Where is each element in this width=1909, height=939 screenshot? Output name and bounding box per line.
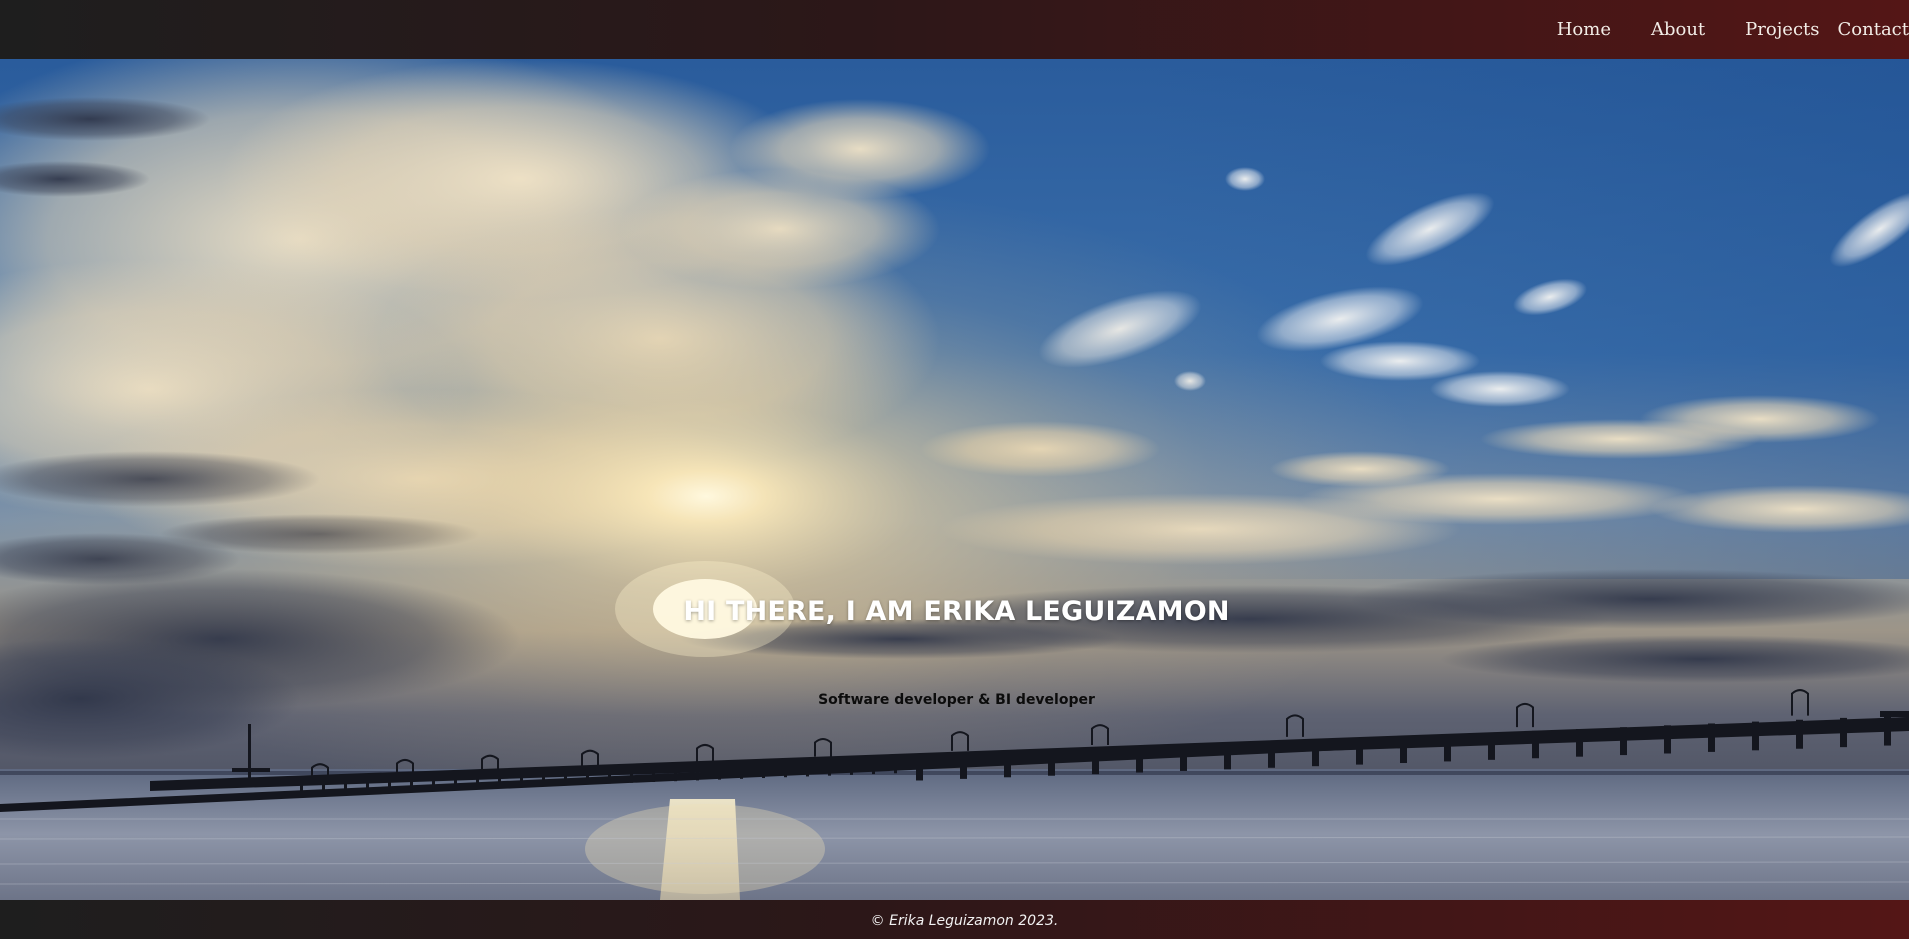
pier-post [894, 757, 897, 774]
pier-post [916, 756, 923, 781]
pier-post [630, 768, 633, 783]
pier-post [608, 769, 611, 784]
pier-post [1136, 747, 1143, 773]
pier-post [520, 773, 523, 787]
pier-post [740, 764, 743, 779]
pier-post [1488, 732, 1495, 760]
pier-post [454, 776, 457, 790]
pier-post [564, 771, 567, 786]
nav-link-about[interactable]: About [1651, 19, 1705, 40]
pier-post [1092, 749, 1099, 775]
pier-post [1268, 741, 1275, 768]
pier-post [828, 760, 831, 776]
pier-post [1620, 727, 1627, 756]
pier-post [432, 777, 435, 790]
pier-post [322, 781, 325, 794]
pier-post [1752, 721, 1759, 751]
hero-title: HI THERE, I AM ERIKA LEGUIZAMON [683, 596, 1230, 628]
pier-post [410, 778, 413, 791]
pier-post [344, 780, 347, 794]
nav-links: Home About Projects Contact [1557, 0, 1909, 59]
pier-post [1796, 719, 1803, 749]
pier-post [586, 770, 589, 785]
pier-post [1444, 734, 1451, 762]
hero-background-image [0, 59, 1909, 900]
pier-post [1840, 717, 1847, 748]
pier-post [960, 754, 967, 779]
pier-post [476, 775, 479, 789]
footer: © Erika Leguizamon 2023. [0, 900, 1909, 939]
pier-post [784, 762, 787, 778]
nav-link-home[interactable]: Home [1557, 19, 1611, 40]
pier-post [1400, 736, 1407, 764]
pier-post [1576, 729, 1583, 757]
pier-post [806, 761, 809, 777]
pier-post [498, 774, 501, 788]
pier-post [674, 766, 677, 782]
pier-post [652, 767, 655, 782]
pier-post [1884, 716, 1891, 746]
pier-post [1664, 725, 1671, 754]
pier-post [850, 759, 853, 775]
pier-post [1312, 740, 1319, 767]
pier-post [762, 763, 765, 779]
pier-post [696, 766, 699, 781]
pier-post [1708, 723, 1715, 752]
nav-link-projects[interactable]: Projects [1745, 19, 1819, 40]
pier-post [1224, 743, 1231, 770]
pier-post [872, 758, 875, 775]
pier-post [1532, 730, 1539, 759]
pier-post [1004, 753, 1011, 778]
pier-post [388, 778, 391, 792]
top-navbar: Home About Projects Contact [0, 0, 1909, 59]
pier-post [1048, 751, 1055, 776]
pier-post [1356, 738, 1363, 765]
pier-post [366, 779, 369, 793]
pier-post [300, 782, 303, 795]
footer-copyright: © Erika Leguizamon 2023. [870, 912, 1059, 929]
nav-link-contact[interactable]: Contact [1838, 19, 1909, 40]
pier-post [1180, 745, 1187, 771]
pier-post [718, 765, 721, 780]
hero-subtitle: Software developer & BI developer [818, 692, 1095, 708]
hero-section: HI THERE, I AM ERIKA LEGUIZAMON Software… [0, 59, 1909, 900]
pier-post [542, 772, 545, 786]
